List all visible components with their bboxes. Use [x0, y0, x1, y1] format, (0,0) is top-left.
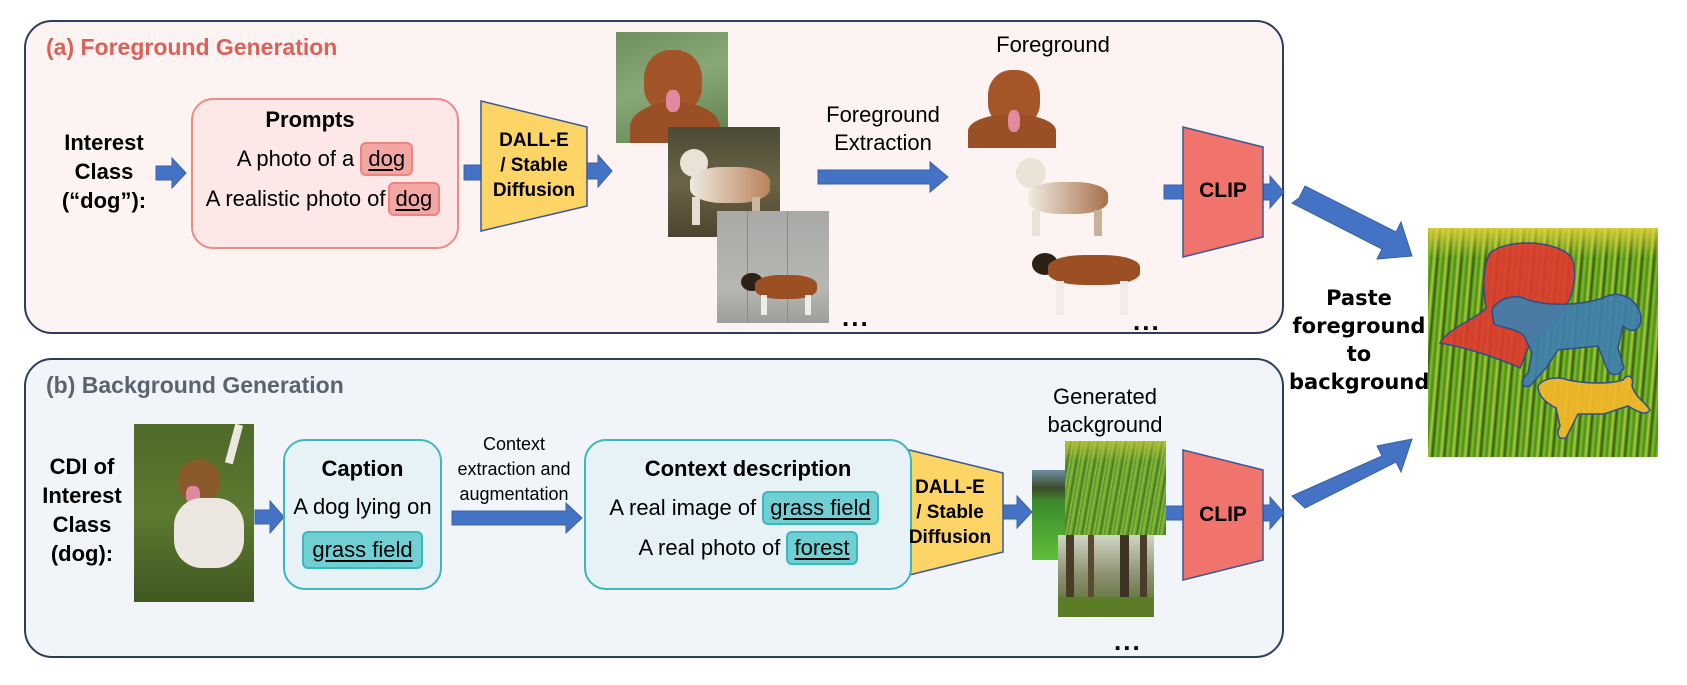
foreground-cutout: [1030, 245, 1148, 319]
label-line: foreground: [1292, 314, 1426, 338]
label-line: Interest: [64, 130, 144, 155]
label-line: background: [1047, 412, 1163, 437]
arrow-icon: [254, 499, 285, 535]
interest-class-label: Interest Class (“dog”):: [44, 128, 164, 215]
label-line: (dog):: [50, 541, 114, 566]
caption-title: Caption: [321, 456, 404, 481]
prompt-line: A realistic photo of dog: [189, 182, 457, 216]
generator-line: DALL-E: [499, 130, 569, 151]
label-line: extraction and: [457, 459, 571, 479]
background-image: [1058, 535, 1154, 617]
generator-label: DALL-E / Stable Diffusion: [897, 475, 1003, 550]
dog-leg-shape: [805, 295, 811, 315]
label-line: augmentation: [459, 484, 569, 504]
more-foregrounds-ellipsis: ...: [1133, 306, 1161, 336]
generator-line: Diffusion: [492, 180, 576, 201]
grass-highlight: [1065, 441, 1166, 461]
label-line: CDI of: [49, 454, 115, 479]
generator-line: DALL-E: [915, 477, 985, 498]
clip-label: CLIP: [1199, 503, 1247, 526]
dog-tail-shape: [224, 424, 244, 465]
merge-arrow-top-icon: [1291, 185, 1413, 260]
more-images-ellipsis: ...: [842, 302, 870, 332]
prompt-keyword: dog: [387, 182, 441, 216]
context-title: Context description: [644, 456, 852, 481]
caption-text: A dog lying on: [293, 494, 432, 519]
foreground-cutout: [1010, 152, 1118, 238]
label-line: Interest: [42, 483, 122, 508]
context-keyword: grass field: [762, 491, 879, 525]
dog-leg-shape: [1032, 210, 1040, 236]
dog-leg-shape: [692, 197, 700, 225]
wall-seam: [787, 211, 788, 323]
prompts-box: Prompts A photo of a dog A realistic pho…: [191, 98, 459, 249]
cdi-input-image: [134, 424, 254, 602]
composite-result-image: [1428, 228, 1658, 457]
prompts-title: Prompts: [265, 107, 355, 132]
tree-trunk: [1140, 535, 1147, 605]
prompt-keyword: dog: [360, 142, 414, 176]
caption-keyword: grass field: [302, 531, 423, 569]
arrow-icon: [586, 153, 613, 189]
label-line: Foreground: [826, 102, 940, 127]
label-line: Paste: [1326, 286, 1392, 310]
label-line: to: [1346, 342, 1372, 366]
foreground-extraction-label: Foreground Extraction: [808, 101, 958, 157]
arrow-icon: [1262, 174, 1285, 210]
generated-background-label: Generated background: [1030, 383, 1180, 439]
arrow-icon: [1163, 505, 1184, 521]
prompt-prefix: A realistic photo of: [205, 186, 386, 211]
tree-trunk: [1066, 535, 1074, 605]
dog-tongue-shape: [666, 90, 680, 112]
label-line: background: [1289, 370, 1430, 394]
prompt-prefix: A photo of a: [236, 146, 355, 171]
generator-line: / Stable: [500, 155, 568, 176]
dog-leg-shape: [761, 295, 767, 315]
label-line: Class: [52, 512, 112, 537]
augmentation-arrow-icon: [451, 501, 583, 535]
caption-keyword-line: grass field: [285, 531, 440, 569]
clip-label: CLIP: [1199, 179, 1247, 202]
wall-seam: [747, 211, 748, 323]
arrow-icon: [1163, 184, 1184, 200]
arrow-icon: [1002, 494, 1033, 530]
generator-line: Diffusion: [908, 527, 992, 548]
caption-box: Caption A dog lying on grass field: [283, 439, 442, 590]
arrow-icon: [463, 164, 482, 181]
merge-arrow-bottom-icon: [1291, 438, 1413, 509]
more-backgrounds-ellipsis: ...: [1114, 626, 1142, 656]
mask-dog-yellow: [1537, 375, 1651, 440]
arrow-icon: [1262, 495, 1285, 531]
background-image: [1065, 441, 1166, 535]
context-line: A real image of grass field: [578, 491, 910, 525]
context-extraction-label: Context extraction and augmentation: [446, 432, 582, 507]
context-keyword: forest: [786, 531, 858, 565]
dog-body-shape: [174, 498, 244, 568]
extraction-arrow-icon: [817, 160, 949, 194]
segmentation-masks: [1438, 242, 1651, 440]
dog-tongue-shape: [1008, 110, 1020, 132]
prompt-line: A photo of a dog: [193, 142, 457, 176]
generated-image: [717, 211, 829, 323]
foreground-heading: Foreground: [996, 32, 1110, 57]
generator-line: / Stable: [916, 502, 984, 523]
context-line: A real photo of forest: [586, 531, 910, 565]
context-description-box: Context description A real image of gras…: [584, 439, 912, 590]
label-line: Extraction: [834, 130, 932, 155]
dog-leg-shape: [1120, 281, 1128, 315]
foreground-cutout: [968, 70, 1056, 148]
label-line: Generated: [1053, 384, 1157, 409]
dog-leg-shape: [1094, 210, 1102, 236]
forest-floor: [1058, 597, 1154, 617]
context-prefix: A real image of: [609, 495, 757, 520]
label-line: (“dog”):: [61, 188, 147, 213]
label-line: Context: [482, 434, 546, 454]
context-prefix: A real photo of: [638, 535, 781, 560]
tree-trunk: [1088, 535, 1094, 605]
cdi-label: CDI of Interest Class (dog):: [32, 452, 132, 568]
generator-label: DALL-E / Stable Diffusion: [481, 128, 587, 203]
label-line: Class: [74, 159, 134, 184]
paste-label: Paste foreground to background: [1289, 284, 1429, 396]
dog-leg-shape: [1056, 281, 1064, 315]
